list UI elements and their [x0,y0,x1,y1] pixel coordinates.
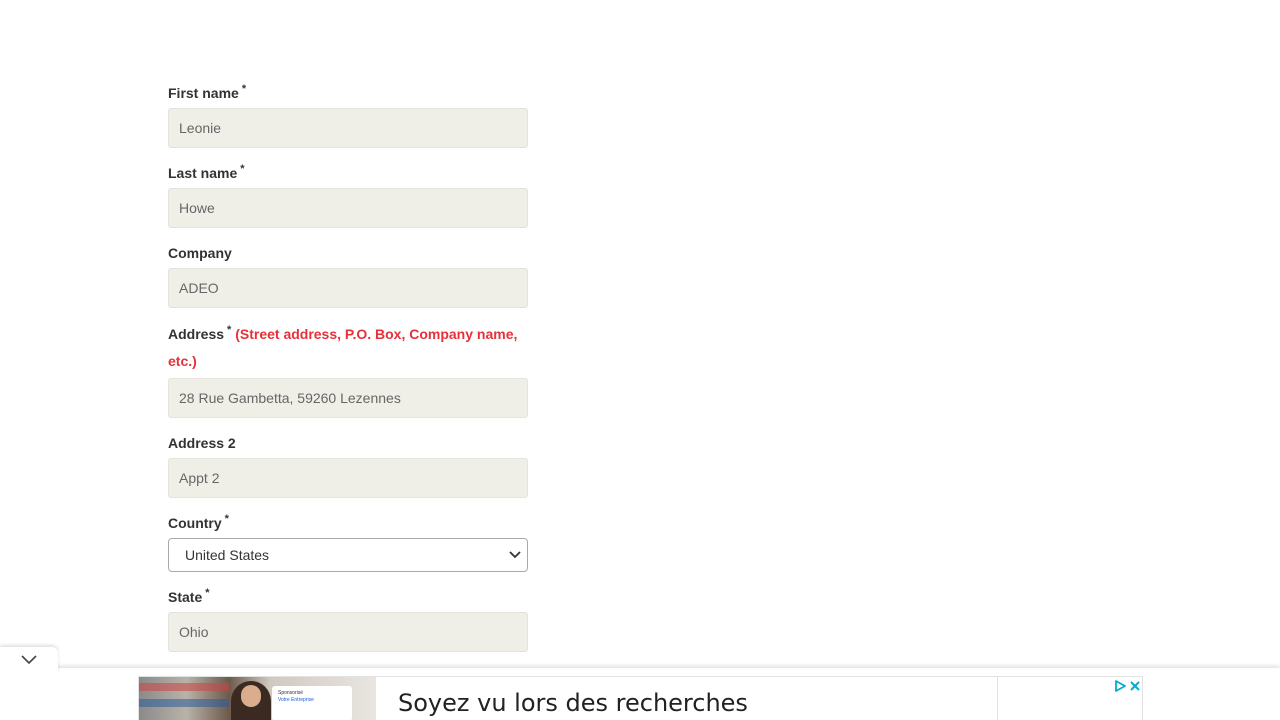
ad-banner[interactable]: Sponsorisé Votre Entreprise Soyez vu lor… [138,676,1143,720]
last-name-label: Last name * [168,163,245,181]
ad-image-card: Sponsorisé Votre Entreprise [272,686,352,720]
address2-input[interactable] [168,458,528,498]
ad-image: Sponsorisé Votre Entreprise [139,677,376,720]
first-name-input[interactable] [168,108,528,148]
ad-headline[interactable]: Soyez vu lors des recherches [398,689,748,717]
first-name-label: First name * [168,83,247,101]
last-name-input[interactable] [168,188,528,228]
country-selected-value: United States [185,547,270,563]
close-icon[interactable] [1129,680,1141,692]
country-label: Country * [168,513,229,531]
country-select[interactable]: United States [168,538,528,572]
adchoices-icon[interactable] [1114,680,1126,692]
ad-collapse-button[interactable] [0,647,58,673]
chevron-down-icon [509,549,521,561]
company-input[interactable] [168,268,528,308]
ad-divider [997,677,998,720]
address2-label: Address 2 [168,435,236,451]
page: First name* Last name* Company Address* … [0,0,1280,720]
address-input[interactable] [168,378,528,418]
state-label: State * [168,587,210,605]
address-label: Address * (Street address, P.O. Box, Comp… [168,324,518,369]
state-input[interactable] [168,612,528,652]
company-label: Company [168,245,232,261]
chevron-down-icon [21,655,37,665]
